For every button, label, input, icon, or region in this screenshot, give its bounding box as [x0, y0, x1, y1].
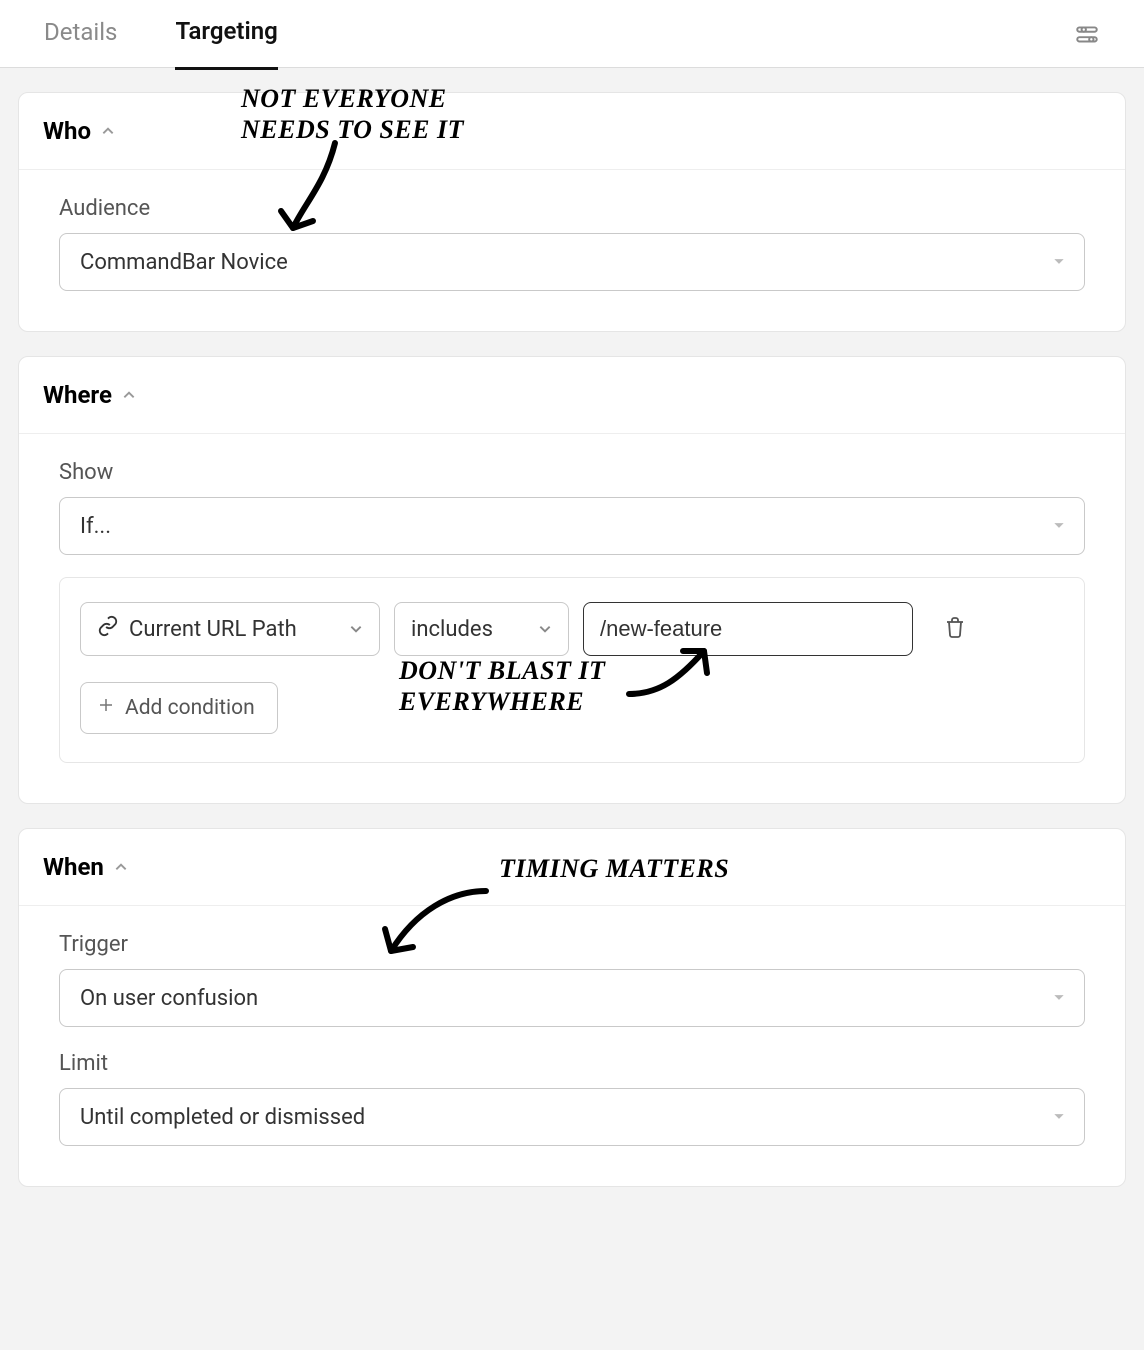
add-condition-label: Add condition	[125, 696, 255, 720]
tab-targeting[interactable]: Targeting	[175, 0, 277, 70]
show-value: If...	[80, 514, 111, 539]
panel-who-title: Who	[43, 117, 91, 145]
condition-value-input[interactable]	[583, 602, 913, 656]
audience-value: CommandBar Novice	[80, 250, 288, 275]
caret-up-icon	[122, 388, 136, 402]
condition-row: Current URL Path includes	[80, 602, 1064, 656]
trigger-select[interactable]: On user confusion	[59, 969, 1085, 1027]
panel-when-header[interactable]: When	[19, 829, 1125, 906]
chevron-down-icon	[1052, 250, 1066, 275]
chevron-down-icon	[1052, 986, 1066, 1011]
panel-where-header[interactable]: Where	[19, 357, 1125, 434]
chevron-down-icon	[538, 622, 552, 636]
show-select[interactable]: If...	[59, 497, 1085, 555]
audience-label: Audience	[59, 196, 1085, 221]
panel-when-title: When	[43, 853, 104, 881]
chevron-down-icon	[349, 622, 363, 636]
trash-icon[interactable]	[943, 615, 967, 643]
show-label: Show	[59, 460, 1085, 485]
condition-field-value: Current URL Path	[129, 617, 297, 642]
add-condition-button[interactable]: Add condition	[80, 682, 278, 734]
limit-select[interactable]: Until completed or dismissed	[59, 1088, 1085, 1146]
panel-when: When Trigger On user confusion Limit Unt…	[18, 828, 1126, 1187]
chevron-down-icon	[1052, 514, 1066, 539]
condition-op-value: includes	[411, 617, 493, 642]
caret-up-icon	[114, 860, 128, 874]
trigger-value: On user confusion	[80, 986, 258, 1011]
chevron-down-icon	[1052, 1105, 1066, 1130]
panel-who: Who Audience CommandBar Novice NOT EVERY…	[18, 92, 1126, 332]
tab-bar: Details Targeting	[0, 0, 1144, 68]
caret-up-icon	[101, 124, 115, 138]
condition-op-select[interactable]: includes	[394, 602, 569, 656]
trigger-label: Trigger	[59, 932, 1085, 957]
link-icon	[97, 615, 119, 643]
panel-who-header[interactable]: Who	[19, 93, 1125, 170]
condition-block: Current URL Path includes	[59, 577, 1085, 763]
panel-where-title: Where	[43, 381, 112, 409]
panel-where: Where Show If... Current	[18, 356, 1126, 804]
condition-field-select[interactable]: Current URL Path	[80, 602, 380, 656]
limit-label: Limit	[59, 1051, 1085, 1076]
tab-details[interactable]: Details	[44, 0, 117, 68]
limit-value: Until completed or dismissed	[80, 1105, 365, 1130]
plus-icon	[97, 696, 115, 720]
settings-sliders-icon[interactable]	[1074, 22, 1100, 52]
audience-select[interactable]: CommandBar Novice	[59, 233, 1085, 291]
